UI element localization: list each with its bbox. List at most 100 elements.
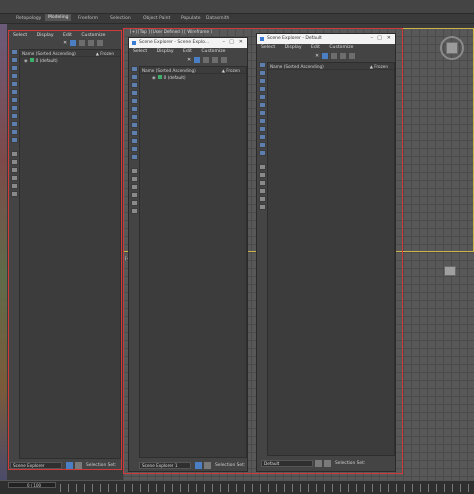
filter-lights-icon[interactable] xyxy=(131,82,138,88)
hierarchy-icon[interactable] xyxy=(88,40,95,46)
viewport-label[interactable]: [+] [Top ] [User Defined ] [ Wireframe ] xyxy=(130,29,212,34)
filter-frozen-icon[interactable] xyxy=(11,129,18,135)
filter-shapes-icon[interactable] xyxy=(259,70,266,76)
layer-icon[interactable] xyxy=(97,40,104,46)
filter-spacewarps-icon[interactable] xyxy=(11,89,18,95)
filter-xrefs-icon[interactable] xyxy=(131,122,138,128)
layer-icon[interactable] xyxy=(221,57,228,63)
filter-hidden-icon[interactable] xyxy=(259,150,266,156)
tab-populate[interactable]: Populate xyxy=(181,16,201,21)
invert-selection-icon[interactable] xyxy=(131,184,138,190)
selection-set-icon[interactable] xyxy=(75,462,82,469)
filter-groups-icon[interactable] xyxy=(11,97,18,103)
filter-icon[interactable] xyxy=(70,40,77,46)
selection-set-icon[interactable] xyxy=(204,462,211,469)
explorer-dropdown[interactable]: Default xyxy=(261,460,313,467)
filter-geometry-icon[interactable] xyxy=(131,66,138,72)
maximize-icon[interactable]: □ xyxy=(229,39,234,45)
filter-icon[interactable] xyxy=(322,53,329,59)
filter-xrefs-icon[interactable] xyxy=(11,105,18,111)
menu-select[interactable]: Select xyxy=(13,33,27,38)
manage-layers-icon[interactable] xyxy=(315,460,322,467)
menu-customize[interactable]: Customize xyxy=(329,45,353,50)
column-name[interactable]: Name (Sorted Ascending) xyxy=(270,64,324,69)
filter-cameras-icon[interactable] xyxy=(259,86,266,92)
filter-bones-icon[interactable] xyxy=(131,130,138,136)
close-icon[interactable]: ✕ xyxy=(63,40,67,46)
tab-object-paint[interactable]: Object Paint xyxy=(143,16,170,21)
filter-cameras-icon[interactable] xyxy=(11,73,18,79)
hierarchy-icon[interactable] xyxy=(340,53,347,59)
filter-funnel-icon[interactable] xyxy=(131,200,138,206)
select-none-icon[interactable] xyxy=(11,159,18,165)
select-all-icon[interactable] xyxy=(131,168,138,174)
list-item[interactable]: ◉ 0 (default) xyxy=(152,75,186,80)
filter-lights-icon[interactable] xyxy=(11,65,18,71)
filter-groups-icon[interactable] xyxy=(131,114,138,120)
filter-funnel-icon[interactable] xyxy=(11,183,18,189)
close-icon[interactable]: ✕ xyxy=(187,57,191,63)
column-frozen[interactable]: ▲ Frozen xyxy=(96,51,114,56)
filter-shapes-icon[interactable] xyxy=(11,57,18,63)
tab-selection[interactable]: Selection xyxy=(110,16,131,21)
filter-geometry-icon[interactable] xyxy=(259,62,266,68)
hierarchy-icon[interactable] xyxy=(212,57,219,63)
filter-lights-icon[interactable] xyxy=(259,78,266,84)
layer-icon[interactable] xyxy=(349,53,356,59)
lock-icon[interactable] xyxy=(79,40,86,46)
explorer3-list[interactable]: Name (Sorted Ascending) ▲ Frozen xyxy=(267,62,395,456)
window-titlebar[interactable]: Scene Explorer - Scene Explo... – □ ✕ xyxy=(129,38,247,48)
find-icon[interactable] xyxy=(11,191,18,197)
close-icon[interactable]: ✕ xyxy=(239,39,243,45)
manage-layers-icon[interactable] xyxy=(195,462,202,469)
filter-hidden-icon[interactable] xyxy=(131,154,138,160)
list-item[interactable]: ◉ 0 (default) xyxy=(24,58,58,63)
tab-datasmith[interactable]: Datasmith xyxy=(206,16,229,21)
select-all-icon[interactable] xyxy=(11,151,18,157)
sync-selection-icon[interactable] xyxy=(259,188,266,194)
explorer2-list[interactable]: Name (Sorted Ascending) ▲ Frozen ◉ 0 (def… xyxy=(139,66,247,458)
menu-select[interactable]: Select xyxy=(133,49,147,54)
menu-customize[interactable]: Customize xyxy=(201,49,225,54)
column-frozen[interactable]: ▲ Frozen xyxy=(370,64,388,69)
filter-frozen-icon[interactable] xyxy=(131,146,138,152)
menu-edit[interactable]: Edit xyxy=(63,33,72,38)
filter-bones-icon[interactable] xyxy=(259,126,266,132)
filter-icon[interactable] xyxy=(194,57,201,63)
filter-helpers-icon[interactable] xyxy=(259,94,266,100)
invert-selection-icon[interactable] xyxy=(11,167,18,173)
filter-spacewarps-icon[interactable] xyxy=(131,106,138,112)
find-icon[interactable] xyxy=(131,208,138,214)
tab-modeling[interactable]: Modeling xyxy=(45,14,72,21)
close-icon[interactable]: ✕ xyxy=(387,35,391,41)
filter-geometry-icon[interactable] xyxy=(11,49,18,55)
select-all-icon[interactable] xyxy=(259,164,266,170)
filter-groups-icon[interactable] xyxy=(259,110,266,116)
find-icon[interactable] xyxy=(259,204,266,210)
filter-containers-icon[interactable] xyxy=(11,121,18,127)
filter-bones-icon[interactable] xyxy=(11,113,18,119)
time-slider[interactable]: 0 / 100 xyxy=(8,482,56,488)
filter-helpers-icon[interactable] xyxy=(131,98,138,104)
maximize-icon[interactable]: □ xyxy=(377,35,382,41)
visibility-icon[interactable]: ◉ xyxy=(152,75,156,80)
explorer-dropdown[interactable]: Scene Explorer 1 xyxy=(139,462,191,469)
window-titlebar[interactable]: Scene Explorer - Default – □ ✕ xyxy=(257,34,395,44)
filter-containers-icon[interactable] xyxy=(131,138,138,144)
column-name[interactable]: Name (Sorted Ascending) xyxy=(142,68,196,73)
column-frozen[interactable]: ▲ Frozen xyxy=(222,68,240,73)
timeline-ticks[interactable] xyxy=(60,484,474,492)
filter-xrefs-icon[interactable] xyxy=(259,118,266,124)
filter-hidden-icon[interactable] xyxy=(11,137,18,143)
tab-freeform[interactable]: Freeform xyxy=(78,16,98,21)
lock-icon[interactable] xyxy=(331,53,338,59)
menu-display[interactable]: Display xyxy=(157,49,174,54)
invert-selection-icon[interactable] xyxy=(259,180,266,186)
menu-edit[interactable]: Edit xyxy=(311,45,320,50)
filter-spacewarps-icon[interactable] xyxy=(259,102,266,108)
viewcube-lower-icon[interactable] xyxy=(444,266,456,276)
filter-funnel-icon[interactable] xyxy=(259,196,266,202)
select-none-icon[interactable] xyxy=(131,176,138,182)
filter-helpers-icon[interactable] xyxy=(11,81,18,87)
minimize-icon[interactable]: – xyxy=(371,35,374,41)
